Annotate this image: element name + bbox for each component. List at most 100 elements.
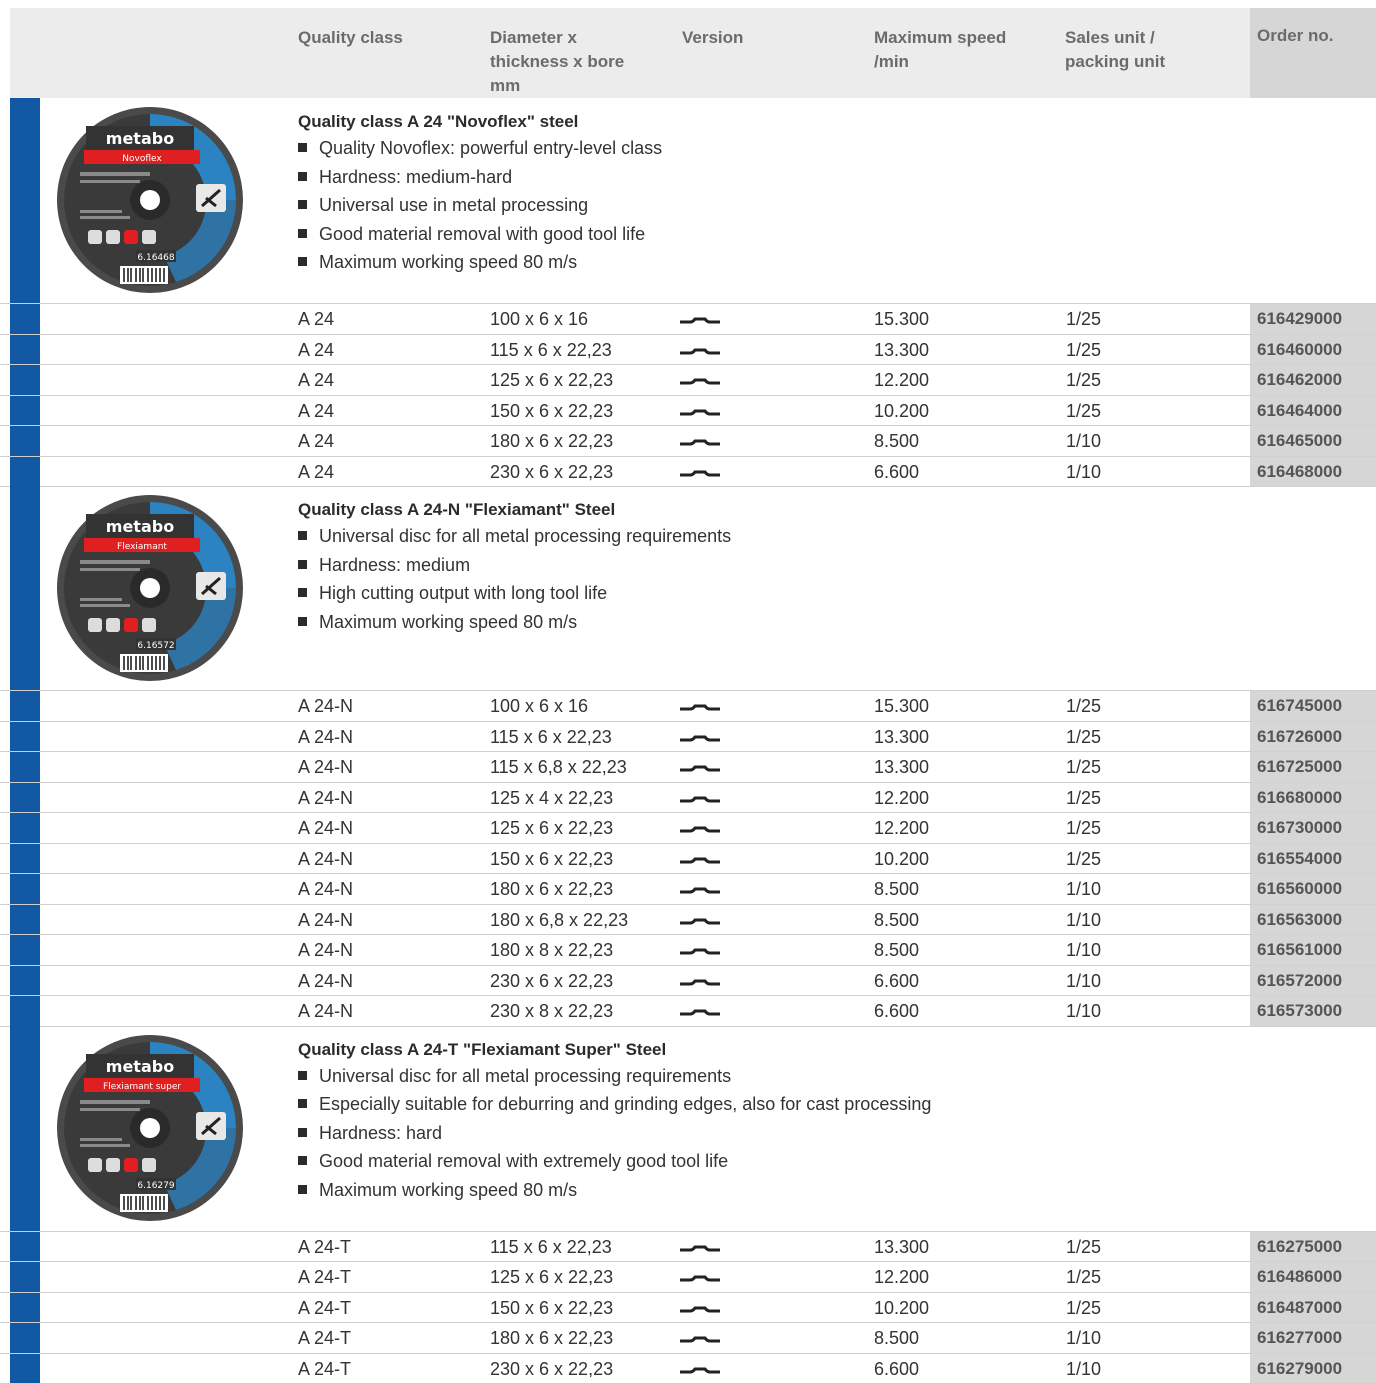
product-section: metabo Flexiamant 6.16572 Quality class …	[0, 486, 1376, 690]
cutting-disc-image: metabo Flexiamant super 6.16279	[57, 1034, 243, 1221]
sales-unit-cell: 1/25	[1066, 370, 1102, 390]
order-number: 616730000	[1257, 818, 1343, 837]
dimension-cell: 115 x 6 x 22,23	[490, 1236, 612, 1257]
quality-class-cell: A 24-N	[298, 818, 354, 838]
sales-unit-cell: 1/25	[1066, 400, 1102, 421]
depressed-centre-profile-icon	[680, 826, 720, 833]
order-number-cell: 616279000	[1250, 1353, 1376, 1383]
header-version: Version	[682, 28, 744, 47]
feature-text: Universal disc for all metal processing …	[319, 1065, 732, 1086]
depressed-centre-profile-icon	[680, 1306, 720, 1312]
depressed-centre-profile-icon	[680, 439, 720, 446]
table-row: A 24-T 230 x 6 x 22,23 6.600 1/10 616279…	[0, 1352, 1376, 1383]
square-bullet-icon	[298, 1156, 307, 1165]
sales-unit-cell: 1/25	[1066, 726, 1102, 747]
row-color-bar	[10, 395, 40, 425]
feature-bullet: Especially suitable for deburring and gr…	[298, 1090, 931, 1119]
dimension-cell: 115 x 6 x 22,23	[490, 339, 612, 360]
order-number: 616572000	[1257, 970, 1343, 990]
max-speed-cell: 6.600	[874, 970, 920, 991]
feature-bullet: Maximum working speed 80 m/s	[298, 1176, 931, 1205]
row-color-bar	[10, 1231, 40, 1261]
section-color-bar	[10, 486, 40, 690]
row-color-bar	[10, 1292, 40, 1322]
table-row: A 24-T 180 x 6 x 22,23 8.500 1/10 616277…	[0, 1322, 1376, 1353]
header-order-no-cell: Order no.	[1250, 8, 1376, 98]
quality-class-cell: A 24-N	[298, 970, 354, 991]
feature-bullet: Universal use in metal processing	[298, 191, 662, 220]
quality-class-cell: A 24	[298, 370, 335, 390]
depressed-centre-profile-icon	[680, 918, 720, 924]
feature-bullet: Hardness: medium-hard	[298, 163, 662, 192]
row-color-bar	[10, 752, 40, 782]
disc-number: 6.16279	[137, 1181, 174, 1191]
dimension-cell: 230 x 8 x 22,23	[490, 1001, 614, 1021]
order-number-cell: 616726000	[1250, 721, 1376, 751]
depressed-centre-profile-icon	[680, 348, 720, 354]
depressed-centre-profile-icon	[680, 857, 720, 863]
section-description: Quality class A 24-T "Flexiamant Super" …	[298, 1038, 931, 1205]
order-number-cell: 616429000	[1250, 304, 1376, 334]
table-row: A 24 230 x 6 x 22,23 6.600 1/10 61646800…	[0, 455, 1376, 486]
disc-number: 6.16468	[137, 253, 174, 263]
order-number-cell: 616561000	[1250, 935, 1376, 965]
order-number: 616563000	[1257, 909, 1343, 929]
cutting-disc-image: metabo Flexiamant 6.16572	[57, 495, 243, 681]
product-image: metabo Flexiamant 6.16572	[56, 494, 244, 682]
feature-bullet: High cutting output with long tool life	[298, 579, 731, 608]
quality-class-cell: A 24-N	[298, 1001, 354, 1021]
dimension-cell: 125 x 4 x 22,23	[490, 787, 614, 808]
order-number-cell: 616462000	[1250, 365, 1376, 395]
quality-class-cell: A 24-N	[298, 757, 354, 777]
depressed-centre-profile-icon	[680, 1336, 720, 1343]
table-row: A 24-N 230 x 8 x 22,23 6.600 1/10 616573…	[0, 995, 1376, 1026]
header-sales-unit: Sales unit / packing unit	[1065, 28, 1166, 71]
dimension-cell: 115 x 6 x 22,23	[490, 726, 612, 747]
row-color-bar	[10, 304, 40, 334]
sales-unit-cell: 1/10	[1066, 1001, 1102, 1021]
row-color-bar	[10, 334, 40, 364]
sales-unit-cell: 1/25	[1066, 1297, 1102, 1318]
sales-unit-cell: 1/10	[1066, 1358, 1102, 1379]
quality-class-cell: A 24	[298, 461, 335, 482]
feature-text: Hardness: medium-hard	[319, 166, 513, 187]
sales-unit-cell: 1/25	[1066, 339, 1102, 360]
dimension-cell: 115 x 6,8 x 22,23	[490, 757, 627, 777]
max-speed-cell: 13.300	[874, 1236, 930, 1257]
dimension-cell: 100 x 6 x 16	[490, 696, 589, 716]
section-description: Quality class A 24-N "Flexiamant" Steel …	[298, 498, 731, 636]
dimension-cell: 150 x 6 x 22,23	[490, 1297, 614, 1318]
section-color-bar	[10, 98, 40, 303]
feature-text: Universal use in metal processing	[319, 195, 589, 215]
dimension-cell: 180 x 6,8 x 22,23	[490, 909, 629, 930]
depressed-centre-profile-icon	[680, 409, 720, 415]
dimension-cell: 230 x 6 x 22,23	[490, 1358, 614, 1379]
quality-class-cell: A 24-N	[298, 909, 354, 930]
row-color-bar	[10, 721, 40, 751]
dimension-cell: 125 x 6 x 22,23	[490, 370, 614, 390]
dimension-cell: 180 x 6 x 22,23	[490, 1328, 614, 1348]
disc-product-name: Flexiamant	[117, 542, 167, 552]
square-bullet-icon	[298, 1070, 307, 1080]
depressed-centre-profile-icon	[680, 735, 720, 741]
product-section: metabo Flexiamant super 6.16279 Quality …	[0, 1025, 1376, 1231]
order-number: 616277000	[1257, 1328, 1343, 1347]
depressed-centre-profile-icon	[680, 1245, 720, 1251]
order-number: 616561000	[1257, 940, 1343, 959]
depressed-centre-profile-icon	[680, 887, 720, 894]
square-bullet-icon	[298, 1099, 307, 1108]
disc-product-name: Flexiamant super	[103, 1082, 181, 1092]
header-max-speed: Maximum speed /min	[874, 28, 1007, 71]
feature-text: Good material removal with good tool lif…	[319, 223, 646, 244]
order-number-cell: 616554000	[1250, 843, 1376, 873]
depressed-centre-profile-icon	[680, 1275, 720, 1282]
table-row: A 24-T 115 x 6 x 22,23 13.300 1/25 61627…	[0, 1230, 1376, 1261]
depressed-centre-profile-icon	[680, 1009, 720, 1016]
quality-class-cell: A 24	[298, 400, 335, 421]
feature-text: Quality Novoflex: powerful entry-level c…	[319, 138, 663, 158]
feature-bullet: Universal disc for all metal processing …	[298, 1062, 931, 1091]
quality-class-cell: A 24-T	[298, 1236, 352, 1257]
row-color-bar	[10, 813, 40, 843]
square-bullet-icon	[298, 257, 307, 266]
dimension-cell: 230 x 6 x 22,23	[490, 970, 614, 991]
